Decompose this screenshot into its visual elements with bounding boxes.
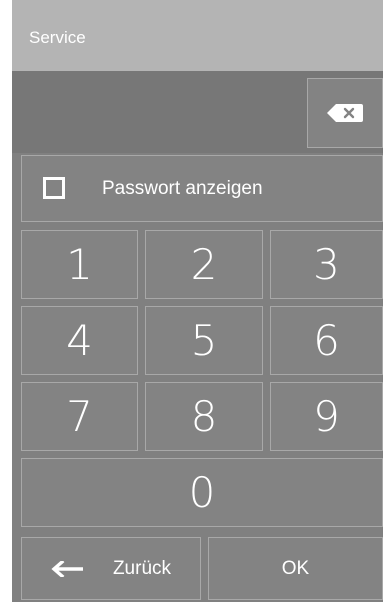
ok-label: OK	[281, 557, 310, 579]
dialog-title: Service	[29, 28, 86, 47]
key-8[interactable]: 8	[145, 382, 263, 451]
show-password-label: Passwort anzeigen	[102, 178, 263, 199]
back-button[interactable]: Zurück	[21, 537, 201, 600]
key-9[interactable]: 9	[270, 382, 383, 451]
backspace-button[interactable]	[307, 78, 383, 148]
key-4[interactable]: 4	[21, 306, 138, 375]
key-3[interactable]: 3	[270, 230, 383, 299]
key-1[interactable]: 1	[21, 230, 138, 299]
backspace-icon	[327, 104, 363, 122]
key-0[interactable]: 0	[21, 458, 383, 527]
service-dialog: Service Passwort anzeigen 1 2 3 4 5 6 7 …	[12, 0, 383, 602]
arrow-left-icon	[51, 560, 83, 577]
show-password-toggle[interactable]: Passwort anzeigen	[21, 155, 383, 222]
key-5[interactable]: 5	[145, 306, 263, 375]
ok-button[interactable]: OK	[208, 537, 383, 600]
key-7[interactable]: 7	[21, 382, 138, 451]
back-label: Zurück	[112, 557, 172, 579]
key-2[interactable]: 2	[145, 230, 263, 299]
title-bar: Service	[12, 0, 383, 71]
key-6[interactable]: 6	[270, 306, 383, 375]
show-password-checkbox[interactable]	[43, 177, 65, 199]
